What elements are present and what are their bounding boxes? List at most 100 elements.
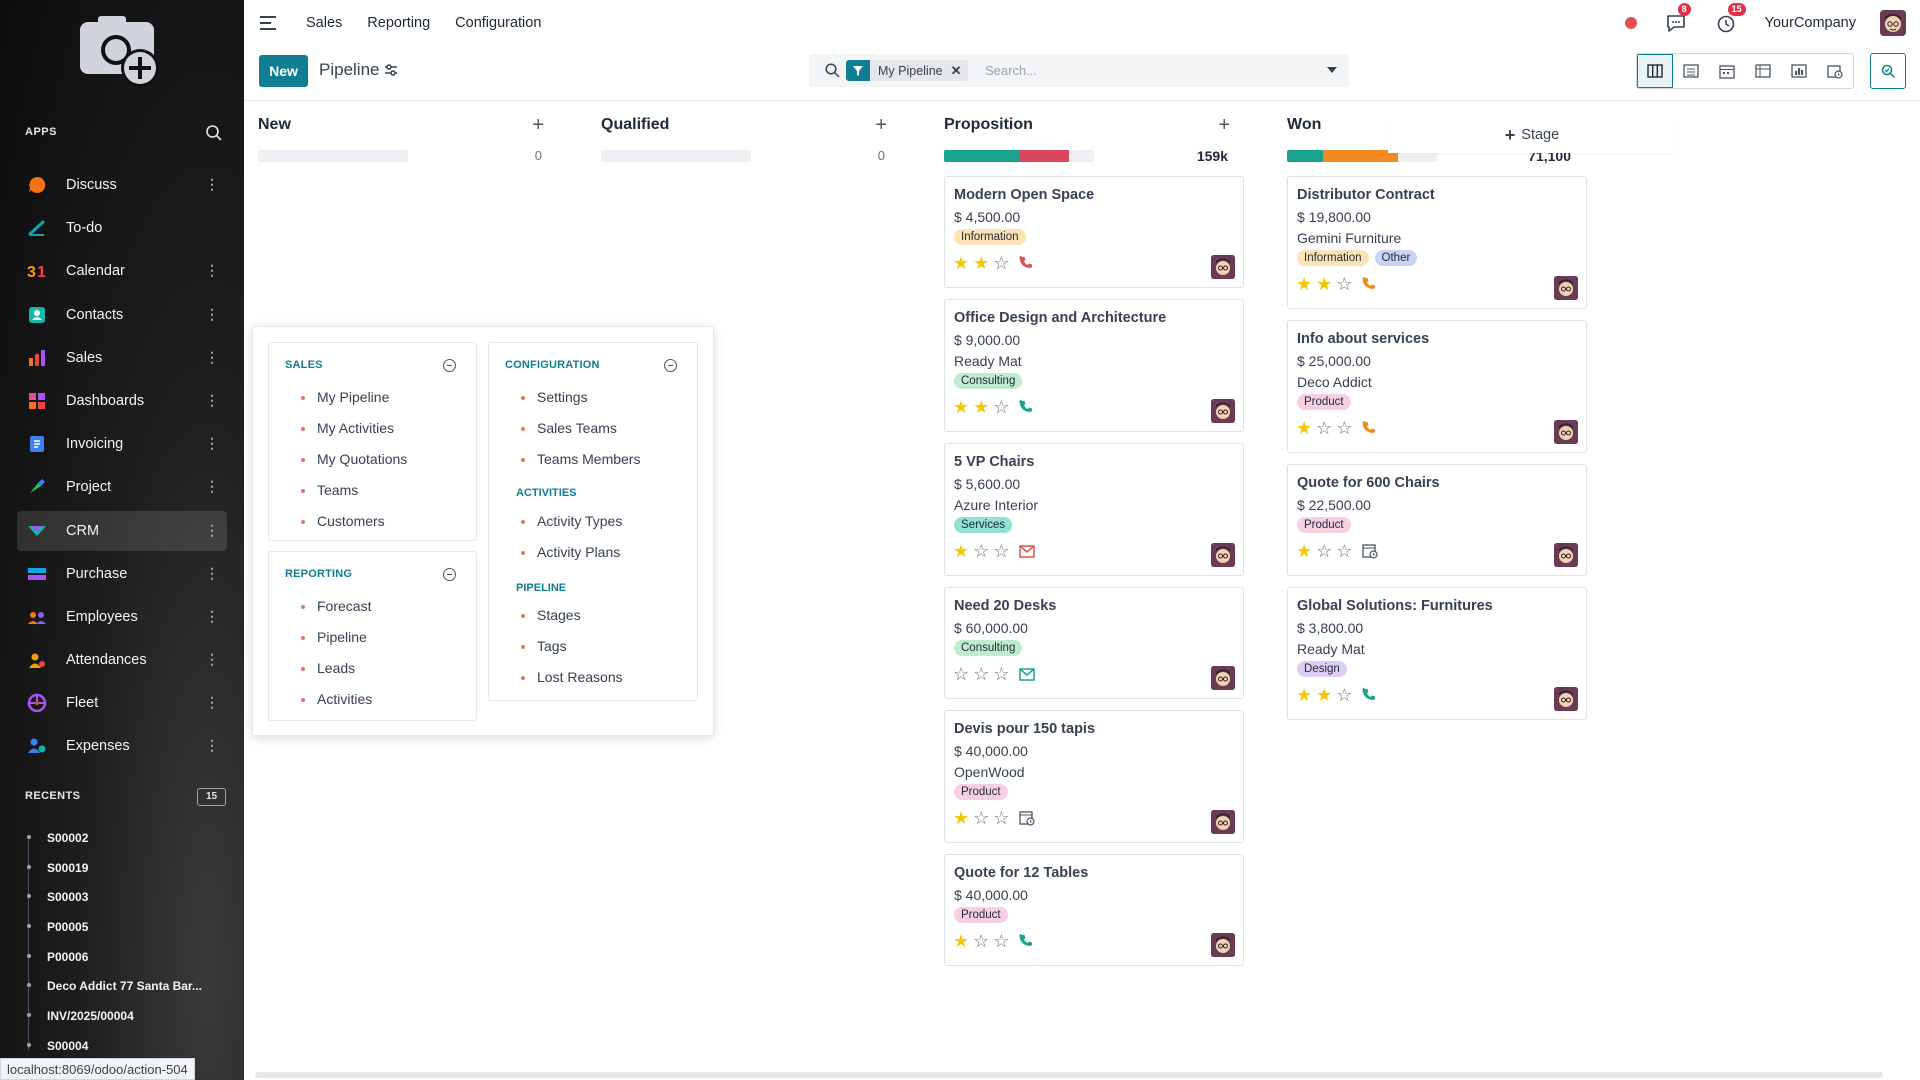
progress-overdue[interactable]	[1019, 150, 1069, 162]
menu-item[interactable]: Activities	[301, 691, 372, 707]
menu-item[interactable]: Activity Types	[521, 513, 622, 529]
progress-planned[interactable]	[944, 150, 1019, 162]
activities-clock-icon[interactable]: 15	[1715, 2, 1746, 34]
horizontal-scrollbar[interactable]	[255, 1072, 1883, 1078]
search-bar[interactable]: My Pipeline ✕	[809, 54, 1349, 87]
priority-star-icon[interactable]: ★	[973, 254, 989, 272]
priority-star-icon[interactable]: ★	[1316, 686, 1332, 704]
search-icon[interactable]	[205, 124, 223, 142]
kebab-menu-icon[interactable]: ⋮	[205, 391, 219, 409]
menu-toggle-icon[interactable]	[260, 15, 276, 30]
collapse-icon[interactable]	[443, 568, 456, 581]
menu-item[interactable]: Tags	[521, 638, 567, 654]
activity-view-icon[interactable]	[1817, 54, 1853, 88]
kebab-menu-icon[interactable]: ⋮	[205, 175, 219, 193]
app-discuss[interactable]: Discuss ⋮	[17, 165, 227, 205]
priority-star-icon[interactable]: ☆	[1316, 419, 1332, 437]
ai-assist-icon[interactable]	[1870, 53, 1906, 89]
kanban-card[interactable]: Quote for 600 Chairs $ 22,500.00 Product ★ ☆…	[1287, 464, 1587, 576]
menu-item[interactable]: Settings	[521, 389, 588, 405]
priority-star-icon[interactable]: ☆	[993, 398, 1009, 416]
progress-today[interactable]	[1323, 150, 1398, 162]
priority-star-icon[interactable]: ★	[1296, 542, 1312, 560]
nav-sales[interactable]: Sales	[306, 15, 342, 31]
priority-star-icon[interactable]: ★	[1316, 275, 1332, 293]
recent-item[interactable]: S00002	[25, 823, 202, 853]
priority-star-icon[interactable]: ☆	[993, 809, 1009, 827]
salesperson-avatar[interactable]	[1211, 255, 1235, 279]
priority-star-icon[interactable]: ☆	[993, 542, 1009, 560]
app-expenses[interactable]: Expenses ⋮	[17, 726, 227, 766]
user-avatar[interactable]	[1880, 9, 1906, 36]
camera-add-icon[interactable]	[76, 12, 166, 92]
kanban-card[interactable]: Global Solutions: Furnitures $ 3,800.00 Re…	[1287, 587, 1587, 720]
column-progress-bar[interactable]	[601, 150, 751, 162]
priority-star-icon[interactable]: ★	[973, 398, 989, 416]
recent-item[interactable]: S00019	[25, 853, 202, 883]
kebab-menu-icon[interactable]: ⋮	[205, 305, 219, 323]
kanban-card[interactable]: Devis pour 150 tapis $ 40,000.00 OpenWood P…	[944, 710, 1244, 843]
menu-item[interactable]: Activity Plans	[521, 544, 620, 560]
kanban-card[interactable]: Distributor Contract $ 19,800.00 Gemini Fu…	[1287, 176, 1587, 309]
priority-star-icon[interactable]: ★	[953, 398, 969, 416]
list-view-icon[interactable]	[1673, 54, 1709, 88]
nav-reporting[interactable]: Reporting	[367, 15, 430, 31]
app-employees[interactable]: Employees ⋮	[17, 597, 227, 637]
salesperson-avatar[interactable]	[1554, 420, 1578, 444]
column-title[interactable]: Proposition	[944, 116, 1033, 134]
recent-item[interactable]: Deco Addict 77 Santa Bar...	[25, 971, 202, 1001]
kebab-menu-icon[interactable]: ⋮	[205, 348, 219, 366]
recent-item[interactable]: INV/2025/00004	[25, 1001, 202, 1031]
messages-icon[interactable]: 8	[1665, 2, 1691, 34]
menu-item[interactable]: Customers	[301, 513, 385, 529]
activity-calendar-icon[interactable]	[1362, 543, 1379, 559]
kanban-card[interactable]: Modern Open Space $ 4,500.00 Information ★ ★…	[944, 176, 1244, 288]
quick-create-icon[interactable]: +	[1218, 114, 1230, 137]
menu-item[interactable]: Sales Teams	[521, 420, 617, 436]
activity-phone-icon[interactable]	[1362, 688, 1376, 702]
search-options-toggle[interactable]	[1327, 67, 1337, 73]
kebab-menu-icon[interactable]: ⋮	[205, 564, 219, 582]
menu-item[interactable]: Leads	[301, 660, 355, 676]
search-icon[interactable]	[825, 63, 840, 81]
salesperson-avatar[interactable]	[1211, 933, 1235, 957]
priority-star-icon[interactable]: ★	[1296, 275, 1312, 293]
new-button[interactable]: New	[259, 55, 308, 87]
column-progress-bar[interactable]	[944, 150, 1094, 162]
recent-item[interactable]: S00003	[25, 882, 202, 912]
app-crm[interactable]: CRM ⋮	[17, 510, 227, 551]
kanban-card[interactable]: Quote for 12 Tables $ 40,000.00 Product ★ ☆ ☆	[944, 854, 1244, 966]
quick-create-icon[interactable]: +	[532, 114, 544, 137]
kebab-menu-icon[interactable]: ⋮	[205, 607, 219, 625]
recent-item[interactable]: P00005	[25, 912, 202, 942]
menu-item[interactable]: Lost Reasons	[521, 669, 623, 685]
kebab-menu-icon[interactable]: ⋮	[205, 650, 219, 668]
company-switcher[interactable]: YourCompany	[1765, 15, 1856, 31]
column-title[interactable]: Won	[1287, 116, 1321, 134]
kebab-menu-icon[interactable]: ⋮	[205, 261, 219, 279]
priority-star-icon[interactable]: ☆	[953, 665, 969, 683]
app-sales[interactable]: Sales ⋮	[17, 338, 227, 378]
menu-item[interactable]: Forecast	[301, 598, 371, 614]
priority-star-icon[interactable]: ★	[953, 254, 969, 272]
action-cog-icon[interactable]	[384, 63, 398, 80]
priority-star-icon[interactable]: ★	[953, 542, 969, 560]
priority-star-icon[interactable]: ☆	[993, 932, 1009, 950]
salesperson-avatar[interactable]	[1211, 666, 1235, 690]
priority-star-icon[interactable]: ☆	[973, 809, 989, 827]
activity-email-icon[interactable]	[1019, 544, 1036, 558]
app-invoicing[interactable]: Invoicing ⋮	[17, 424, 227, 464]
menu-item[interactable]: My Activities	[301, 420, 394, 436]
recent-item[interactable]: P00006	[25, 942, 202, 972]
remove-facet-icon[interactable]: ✕	[951, 63, 968, 79]
priority-star-icon[interactable]: ★	[1296, 686, 1312, 704]
menu-item[interactable]: Teams	[301, 482, 358, 498]
kanban-card[interactable]: 5 VP Chairs $ 5,600.00 Azure Interior Servi…	[944, 443, 1244, 576]
priority-star-icon[interactable]: ☆	[973, 932, 989, 950]
collapse-icon[interactable]	[664, 359, 677, 372]
app-contacts[interactable]: Contacts ⋮	[17, 295, 227, 335]
search-input[interactable]	[985, 60, 1315, 81]
progress-planned[interactable]	[1287, 150, 1323, 162]
priority-star-icon[interactable]: ☆	[1336, 275, 1352, 293]
app-calendar[interactable]: 3 1 Calendar ⋮	[17, 251, 227, 291]
